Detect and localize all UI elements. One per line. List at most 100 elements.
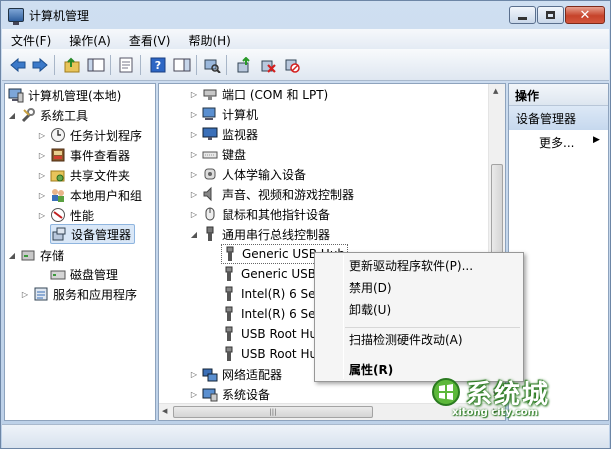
usb-icon: [202, 226, 218, 242]
tree-node-event-viewer[interactable]: ▷ 事件查看器: [37, 145, 130, 165]
device-label: USB Root Hub: [241, 347, 325, 361]
minimize-button[interactable]: [509, 6, 536, 24]
help-button[interactable]: ?: [148, 55, 168, 75]
disk-icon: [50, 266, 66, 282]
collapse-arrow-icon[interactable]: ◢: [7, 251, 17, 260]
expand-arrow-icon[interactable]: ▷: [37, 131, 47, 140]
tree-node-computer-management[interactable]: 计算机管理(本地): [8, 85, 121, 105]
context-update-driver[interactable]: 更新驱动程序软件(P)...: [349, 255, 473, 277]
device-category-usb-controllers[interactable]: ◢ 通用串行总线控制器: [189, 224, 330, 244]
scroll-left-icon[interactable]: ◀: [162, 407, 167, 415]
tree-node-label: 服务和应用程序: [53, 287, 138, 302]
tree-node-device-manager[interactable]: 设备管理器: [50, 224, 136, 244]
menu-view[interactable]: 查看(V): [120, 29, 180, 49]
device-context-menu: 更新驱动程序软件(P)... 禁用(D) 卸载(U) 扫描检测硬件改动(A) 属…: [314, 252, 524, 382]
menu-action[interactable]: 操作(A): [60, 29, 120, 49]
device-label: 网络适配器: [222, 367, 283, 382]
expand-arrow-icon[interactable]: ▷: [189, 130, 199, 139]
uninstall-toolbar-button[interactable]: [258, 55, 278, 75]
actions-section-device-manager[interactable]: 设备管理器: [509, 106, 608, 130]
show-action-pane-button[interactable]: [172, 55, 192, 75]
device-category-keyboards[interactable]: ▷ 键盘: [189, 144, 246, 164]
expand-arrow-icon[interactable]: ▷: [189, 90, 199, 99]
context-disable[interactable]: 禁用(D): [349, 277, 392, 299]
maximize-button[interactable]: [537, 6, 564, 24]
collapse-arrow-icon[interactable]: ◢: [189, 230, 199, 239]
context-properties[interactable]: 属性(R): [349, 359, 393, 381]
title-bar[interactable]: 计算机管理 ✕: [1, 1, 610, 29]
expand-arrow-icon[interactable]: ▷: [189, 370, 199, 379]
expand-arrow-icon[interactable]: ▷: [37, 171, 47, 180]
device-category-mouse[interactable]: ▷ 鼠标和其他指针设备: [189, 204, 330, 224]
device-label: 端口 (COM 和 LPT): [222, 87, 329, 102]
tree-node-task-scheduler[interactable]: ▷ 任务计划程序: [37, 125, 142, 145]
tree-node-label: 事件查看器: [70, 148, 131, 163]
tree-node-performance[interactable]: ▷ 性能: [37, 205, 94, 225]
window-title: 计算机管理: [29, 9, 90, 23]
export-list-button[interactable]: [116, 55, 136, 75]
storage-icon: [20, 247, 36, 263]
status-bar: [2, 424, 609, 448]
tree-node-system-tools[interactable]: ◢ 系统工具: [7, 105, 88, 125]
menu-help[interactable]: 帮助(H): [179, 29, 239, 49]
event-viewer-icon: [50, 147, 66, 163]
performance-icon: [50, 207, 66, 223]
tree-node-label: 磁盘管理: [70, 267, 119, 282]
watermark-url: xitong city.com: [452, 407, 539, 418]
toolbar-separator: [140, 55, 141, 75]
horizontal-scroll-thumb[interactable]: |||: [173, 406, 373, 418]
more-arrow-icon[interactable]: ▶: [593, 135, 600, 145]
expand-arrow-icon[interactable]: ▷: [37, 191, 47, 200]
expand-arrow-icon[interactable]: ▷: [20, 290, 30, 299]
expand-arrow-icon[interactable]: ▷: [37, 211, 47, 220]
system-device-icon: [202, 386, 218, 402]
scroll-up-icon[interactable]: ▲: [493, 87, 498, 95]
expand-arrow-icon[interactable]: ▷: [189, 390, 199, 399]
uninstall-icon: [261, 60, 276, 73]
device-category-system-devices[interactable]: ▷ 系统设备: [189, 384, 270, 404]
expand-arrow-icon[interactable]: ▷: [189, 170, 199, 179]
show-hide-tree-button[interactable]: [86, 55, 106, 75]
expand-arrow-icon[interactable]: ▷: [189, 150, 199, 159]
up-folder-button[interactable]: [62, 55, 82, 75]
scan-hardware-toolbar-button[interactable]: [202, 55, 222, 75]
expand-arrow-icon[interactable]: ▷: [189, 190, 199, 199]
context-uninstall[interactable]: 卸载(U): [349, 299, 391, 321]
device-category-ports[interactable]: ▷ 端口 (COM 和 LPT): [189, 84, 328, 104]
collapse-arrow-icon[interactable]: ◢: [7, 111, 17, 120]
device-category-hid[interactable]: ▷ 人体学输入设备: [189, 164, 306, 184]
help-icon: ?: [150, 57, 166, 73]
port-icon: [202, 86, 218, 102]
forward-button[interactable]: [30, 55, 50, 75]
expand-arrow-icon[interactable]: ▷: [189, 110, 199, 119]
menu-file[interactable]: 文件(F): [2, 29, 60, 49]
tree-node-storage[interactable]: ◢ 存储: [7, 245, 64, 265]
usb-device-root-hub-1[interactable]: USB Root Hub: [221, 324, 325, 344]
usb-device-icon: [221, 306, 237, 322]
back-button[interactable]: [8, 55, 28, 75]
tree-node-shared-folders[interactable]: ▷ 共享文件夹: [37, 165, 130, 185]
tree-node-disk-management[interactable]: 磁盘管理: [50, 264, 118, 284]
usb-device-root-hub-2[interactable]: USB Root Hub: [221, 344, 325, 364]
toolbar-separator: [226, 55, 227, 75]
update-driver-toolbar-button[interactable]: [234, 55, 254, 75]
device-category-computer[interactable]: ▷ 计算机: [189, 104, 258, 124]
scan-hardware-icon: [204, 59, 221, 73]
device-label: 系统设备: [222, 387, 271, 402]
device-category-sound[interactable]: ▷ 声音、视频和游戏控制器: [189, 184, 354, 204]
device-category-monitors[interactable]: ▷ 监视器: [189, 124, 258, 144]
tree-node-services-applications[interactable]: ▷ 服务和应用程序: [20, 284, 137, 304]
close-button[interactable]: ✕: [565, 6, 605, 24]
device-label: USB Root Hub: [241, 327, 325, 341]
expand-arrow-icon[interactable]: ▷: [37, 151, 47, 160]
back-arrow-icon: [10, 57, 26, 73]
context-scan-hardware[interactable]: 扫描检测硬件改动(A): [349, 329, 463, 351]
expand-arrow-icon[interactable]: ▷: [189, 210, 199, 219]
more-actions-link[interactable]: 更多...: [539, 134, 574, 151]
close-icon: ✕: [579, 7, 591, 23]
device-category-network[interactable]: ▷ 网络适配器: [189, 364, 282, 384]
disable-toolbar-button[interactable]: [282, 55, 302, 75]
tree-node-local-users-groups[interactable]: ▷ 本地用户和组: [37, 185, 142, 205]
up-folder-icon: [64, 57, 80, 73]
monitor-icon: [202, 126, 218, 142]
